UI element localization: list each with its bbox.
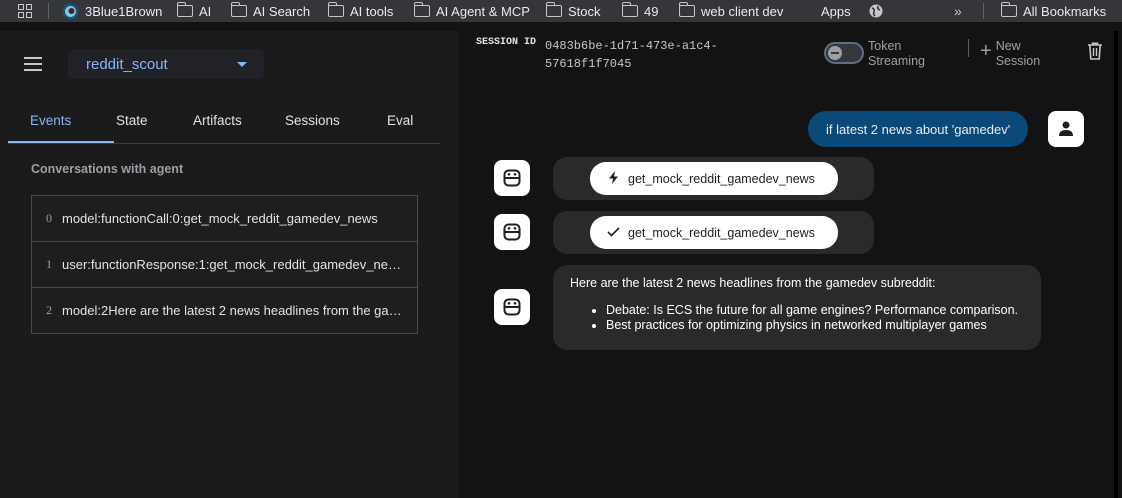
tab-eval[interactable]: Eval <box>387 113 413 128</box>
response-list: Debate: Is ECS the future for all game e… <box>570 303 1018 333</box>
folder-icon <box>545 2 562 17</box>
session-id-line: 0483b6be-1d71-473e-a1c4- <box>545 39 718 53</box>
session-id-value: 0483b6be-1d71-473e-a1c4- 57618f1f7045 <box>545 37 745 73</box>
apps-launcher-icon[interactable] <box>18 2 32 20</box>
bookmark-all-bookmarks[interactable]: All Bookmarks <box>1000 2 1106 20</box>
event-row[interactable]: 1 user:functionResponse:1:get_mock_reddi… <box>31 241 418 288</box>
bookmarks-bar: 3Blue1Brown AI AI Search AI tools AI Age… <box>0 0 1122 22</box>
person-icon <box>1059 121 1073 136</box>
tab-events[interactable]: Events <box>30 113 71 128</box>
folder-icon <box>1000 2 1017 17</box>
event-index: 1 <box>46 257 52 271</box>
globe-icon <box>869 4 883 18</box>
check-icon <box>606 225 620 240</box>
tab-artifacts[interactable]: Artifacts <box>193 113 242 128</box>
event-row[interactable]: 0 model:functionCall:0:get_mock_reddit_g… <box>31 195 418 242</box>
agent-select-value: reddit_scout <box>86 56 168 73</box>
bookmark-folder-web-client-dev[interactable]: web client dev <box>678 2 783 20</box>
side-panel-tabs: Events State Artifacts Sessions Eval <box>8 101 440 144</box>
response-list-item: Debate: Is ECS the future for all game e… <box>606 303 1018 318</box>
event-index: 2 <box>46 303 52 317</box>
scrollbar[interactable] <box>1114 31 1118 498</box>
bookmark-globe[interactable] <box>869 2 883 20</box>
bookmarks-separator <box>983 3 984 19</box>
bookmarks-overflow-button[interactable]: » <box>954 2 962 20</box>
user-message-bubble: if latest 2 news about 'gamedev' <box>808 111 1029 147</box>
bookmark-folder-ai-tools[interactable]: AI tools <box>327 2 393 20</box>
conversation-title: Conversations with agent <box>31 162 184 176</box>
event-text: model:functionCall:0:get_mock_reddit_gam… <box>62 211 378 226</box>
folder-icon <box>621 2 638 17</box>
bookmark-folder-ai[interactable]: AI <box>176 2 211 20</box>
bot-avatar <box>494 214 530 250</box>
side-panel: reddit_scout Events State Artifacts Sess… <box>0 31 458 498</box>
agent-response-card: Here are the latest 2 news headlines fro… <box>553 265 1041 350</box>
tab-state[interactable]: State <box>116 113 148 128</box>
event-row[interactable]: 2 model:2Here are the latest 2 news head… <box>31 287 418 334</box>
chat-panel: SESSION ID 0483b6be-1d71-473e-a1c4- 5761… <box>458 31 1118 498</box>
response-intro: Here are the latest 2 news headlines fro… <box>570 276 936 290</box>
bookmark-folder-49[interactable]: 49 <box>621 2 658 20</box>
bookmark-apps[interactable]: Apps <box>801 2 851 20</box>
bolt-icon <box>606 170 620 187</box>
folder-icon <box>176 2 193 17</box>
event-text: user:functionResponse:1:get_mock_reddit_… <box>62 257 402 272</box>
bookmark-3blue1brown[interactable]: 3Blue1Brown <box>62 2 162 20</box>
chat-toolbar: SESSION ID 0483b6be-1d71-473e-a1c4- 5761… <box>458 31 1118 81</box>
robot-icon <box>503 169 521 187</box>
event-list: 0 model:functionCall:0:get_mock_reddit_g… <box>31 195 418 334</box>
user-avatar <box>1048 111 1084 147</box>
response-list-item: Best practices for optimizing physics in… <box>606 318 1018 333</box>
delete-session-icon[interactable] <box>1087 42 1103 60</box>
folder-icon <box>230 2 247 17</box>
active-tab-indicator <box>8 141 114 143</box>
folder-icon <box>678 2 695 17</box>
caret-down-icon <box>237 62 247 67</box>
folder-icon <box>327 2 344 17</box>
session-id-label: SESSION ID <box>476 37 537 48</box>
bot-avatar <box>494 160 530 196</box>
apps-grid-icon <box>801 4 815 18</box>
agent-response-text: Here are the latest 2 news headlines fro… <box>570 276 1018 333</box>
bookmarks-separator <box>48 3 49 19</box>
robot-icon <box>503 298 521 316</box>
event-index: 0 <box>46 211 52 225</box>
function-response-chip[interactable]: get_mock_reddit_gamedev_news <box>590 216 838 249</box>
function-response-card: get_mock_reddit_gamedev_news <box>553 211 874 254</box>
session-id-line: 57618f1f7045 <box>545 57 632 71</box>
event-text: model:2Here are the latest 2 news headli… <box>62 303 402 318</box>
hamburger-menu-icon[interactable] <box>24 57 42 71</box>
token-streaming-toggle[interactable] <box>824 42 864 64</box>
bookmark-folder-ai-agent-mcp[interactable]: AI Agent & MCP <box>413 2 530 20</box>
robot-icon <box>503 223 521 241</box>
toolbar-separator <box>968 39 969 57</box>
token-streaming-label: Token Streaming <box>868 39 925 68</box>
new-session-button[interactable]: + New Session <box>980 39 1040 69</box>
tab-sessions[interactable]: Sessions <box>285 113 340 128</box>
folder-icon <box>413 2 430 17</box>
bookmark-folder-stock[interactable]: Stock <box>545 2 601 20</box>
toggle-knob <box>828 46 842 60</box>
3blue1brown-logo-icon <box>62 3 79 19</box>
bot-avatar <box>494 289 530 325</box>
agent-select[interactable]: reddit_scout <box>68 49 264 79</box>
function-call-card: get_mock_reddit_gamedev_news <box>553 157 874 200</box>
plus-icon: + <box>980 40 992 62</box>
function-call-chip[interactable]: get_mock_reddit_gamedev_news <box>590 162 838 195</box>
bookmark-folder-ai-search[interactable]: AI Search <box>230 2 310 20</box>
